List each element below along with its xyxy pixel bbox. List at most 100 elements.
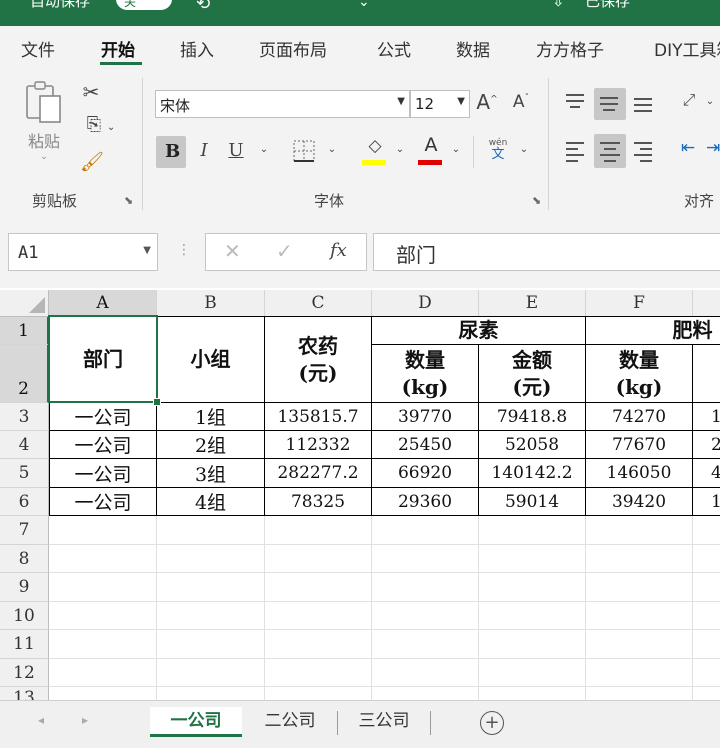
table-cell[interactable]: 112332 <box>265 431 372 459</box>
tab-diy-tools[interactable]: DIY工具箱 <box>654 36 720 61</box>
table-cell[interactable]: 1 <box>693 403 720 431</box>
format-painter-icon[interactable]: 🖌 <box>80 150 104 173</box>
phonetic-guide-button[interactable]: wén 文 <box>484 138 512 162</box>
table-cell[interactable]: 74270 <box>586 403 693 431</box>
paste-dropdown-icon[interactable]: ⌄ <box>22 152 66 162</box>
column-header-b[interactable]: B <box>157 290 265 317</box>
tab-data[interactable]: 数据 <box>456 36 490 61</box>
header-cell-group[interactable]: 小组 <box>157 317 265 403</box>
orientation-icon[interactable]: ⤢ <box>676 90 702 110</box>
enter-icon[interactable]: ✓ <box>276 239 293 263</box>
row-header-4[interactable]: 4 <box>0 431 49 459</box>
saved-status[interactable]: 已保存 <box>585 0 630 11</box>
table-cell[interactable]: 146050 <box>586 459 693 488</box>
table-cell[interactable]: 1 <box>693 488 720 516</box>
shrink-font-button[interactable]: Aˇ <box>510 92 532 112</box>
column-header-g[interactable] <box>693 290 720 317</box>
table-cell[interactable]: 66920 <box>372 459 479 488</box>
table-cell[interactable]: 39420 <box>586 488 693 516</box>
font-name-select[interactable]: 宋体 ▼ <box>155 90 410 118</box>
chevron-down-icon[interactable]: ⌄ <box>704 96 716 107</box>
table-cell[interactable]: 282277.2 <box>265 459 372 488</box>
align-top-button[interactable] <box>564 90 588 116</box>
add-sheet-icon[interactable]: + <box>480 711 504 735</box>
borders-button[interactable] <box>292 140 316 164</box>
copy-icon[interactable]: ⎘ ⌄ <box>79 114 123 135</box>
table-cell[interactable]: 77670 <box>586 431 693 459</box>
header-cell-pesticide[interactable]: 农药 (元) <box>265 317 372 403</box>
scroll-left-icon[interactable]: ◂ <box>38 713 44 727</box>
column-header-f[interactable]: F <box>586 290 693 317</box>
row-header-6[interactable]: 6 <box>0 488 49 516</box>
fill-handle[interactable] <box>153 398 161 406</box>
chevron-down-icon[interactable]: ⌄ <box>326 144 338 155</box>
insert-function-button[interactable]: fx <box>330 240 347 261</box>
table-cell[interactable]: 39770 <box>372 403 479 431</box>
scroll-right-icon[interactable]: ▸ <box>82 713 88 727</box>
increase-indent-icon[interactable]: ⇥ <box>706 138 720 158</box>
table-cell[interactable]: 78325 <box>265 488 372 516</box>
table-cell[interactable]: 一公司 <box>50 459 157 488</box>
table-cell[interactable]: 79418.8 <box>479 403 586 431</box>
align-left-button[interactable] <box>564 138 588 164</box>
table-cell[interactable]: 一公司 <box>50 403 157 431</box>
table-cell[interactable]: 25450 <box>372 431 479 459</box>
align-bottom-button[interactable] <box>632 90 656 116</box>
sheet-tab-1[interactable]: 一公司 <box>150 707 242 737</box>
header-cell-urea-qty[interactable]: 数量 (kg) <box>372 345 479 403</box>
table-cell[interactable]: 一公司 <box>50 431 157 459</box>
row-header-10[interactable]: 10 <box>0 602 49 630</box>
table-cell[interactable]: 29360 <box>372 488 479 516</box>
row-header-3[interactable]: 3 <box>0 403 49 431</box>
underline-button[interactable]: U <box>228 140 244 161</box>
row-header-11[interactable]: 11 <box>0 630 49 659</box>
chevron-down-icon[interactable]: ⌄ <box>394 144 406 155</box>
table-cell[interactable]: 52058 <box>479 431 586 459</box>
table-cell[interactable]: 59014 <box>479 488 586 516</box>
header-cell-fertilizer-qty[interactable]: 数量 (kg) <box>586 345 693 403</box>
paste-button[interactable]: 粘贴 ⌄ <box>22 80 66 162</box>
table-cell[interactable]: 2组 <box>157 431 265 459</box>
align-center-button[interactable] <box>594 134 626 168</box>
table-cell[interactable]: 4 <box>693 459 720 488</box>
autosave-toggle[interactable]: 关 <box>116 0 172 10</box>
row-header-9[interactable]: 9 <box>0 573 49 602</box>
row-header-7[interactable]: 7 <box>0 516 49 545</box>
tab-page-layout[interactable]: 页面布局 <box>259 36 327 61</box>
name-box[interactable]: A1 ▼ <box>8 233 158 271</box>
tab-home[interactable]: 开始 <box>101 36 135 61</box>
chevron-down-icon[interactable]: ⌄ <box>358 0 370 10</box>
bold-button[interactable]: B <box>156 136 186 168</box>
row-header-1[interactable]: 1 <box>0 317 49 345</box>
table-cell[interactable]: 135815.7 <box>265 403 372 431</box>
tab-insert[interactable]: 插入 <box>180 36 214 61</box>
row-header-13[interactable]: 13 <box>0 687 49 700</box>
row-header-12[interactable]: 12 <box>0 659 49 687</box>
fill-color-button[interactable]: ◇ <box>362 136 388 166</box>
align-right-button[interactable] <box>632 138 656 164</box>
tab-ffcell[interactable]: 方方格子 <box>536 36 604 61</box>
column-header-c[interactable]: C <box>265 290 372 317</box>
cancel-icon[interactable]: ✕ <box>224 239 241 263</box>
header-cell-fertilizer-amount[interactable] <box>693 345 720 403</box>
table-cell[interactable]: 一公司 <box>50 488 157 516</box>
table-cell[interactable]: 140142.2 <box>479 459 586 488</box>
tab-file[interactable]: 文件 <box>21 36 55 61</box>
table-cell[interactable]: 1组 <box>157 403 265 431</box>
font-color-button[interactable]: A <box>418 134 444 166</box>
dialog-launcher-icon[interactable]: ⬊ <box>124 194 133 207</box>
formula-input[interactable]: 部门 <box>373 233 720 271</box>
header-cell-urea[interactable]: 尿素 <box>372 317 586 345</box>
align-middle-button[interactable] <box>594 88 626 120</box>
italic-button[interactable]: I <box>196 140 212 161</box>
select-all-button[interactable] <box>0 290 49 317</box>
column-header-d[interactable]: D <box>372 290 479 317</box>
chevron-down-icon[interactable]: ⌄ <box>450 144 462 155</box>
chevron-down-icon[interactable]: ⌄ <box>258 144 270 155</box>
header-cell-urea-amount[interactable]: 金额 (元) <box>479 345 586 403</box>
cut-icon[interactable]: ✂ <box>80 80 102 104</box>
decrease-indent-icon[interactable]: ⇤ <box>676 138 700 158</box>
font-size-select[interactable]: 12 ▼ <box>410 90 470 118</box>
sheet-tab-2[interactable]: 二公司 <box>246 707 334 737</box>
drag-handle-icon[interactable]: ⋮ <box>177 242 191 258</box>
